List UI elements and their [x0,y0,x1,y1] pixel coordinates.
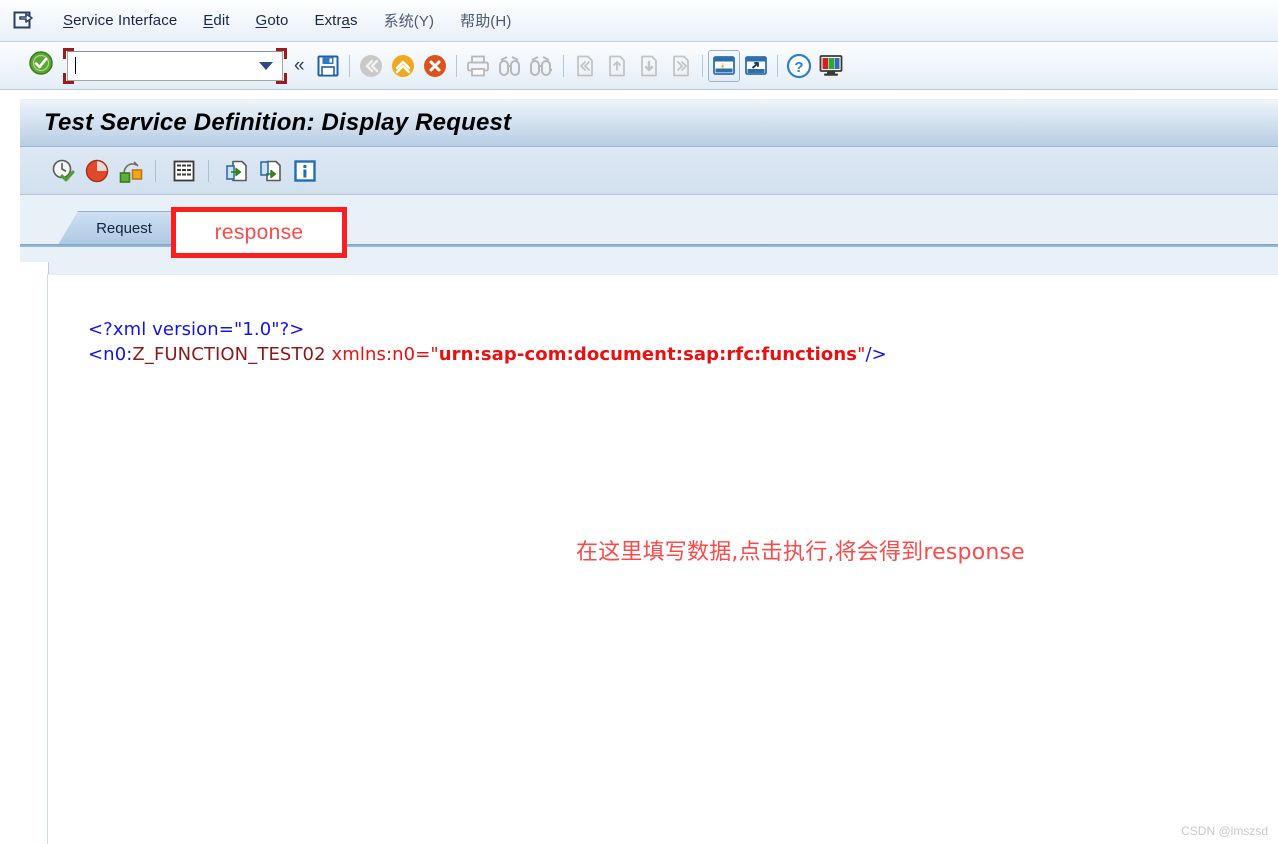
last-page-button [665,50,697,82]
app-toolbar-separator [155,159,156,182]
xml-open-bracket: <n0: [88,344,133,365]
menu-item-system[interactable]: 系统(Y) [371,8,448,33]
xml-declaration-line: <?xml version="1.0"?> [88,319,305,340]
customize-layout-button[interactable] [707,49,740,82]
chevron-down-icon[interactable] [259,61,273,70]
command-field[interactable] [67,50,283,81]
menu-item-extras[interactable]: Extras [301,10,370,31]
cancel-button[interactable] [419,50,451,82]
toolbar-separator [348,54,350,77]
toolbar-separator [562,54,564,77]
annotation-bracket-top-left [63,47,74,59]
execute-button[interactable] [48,156,78,186]
xml-self-close: /> [865,344,887,365]
menu-label-service-interface: ervice Interface [73,12,178,29]
sap-system-menu-icon[interactable] [12,10,36,32]
page-title: Test Service Definition: Display Request [44,109,512,136]
menu-item-service-interface[interactable]: Service Interface [50,10,190,31]
back-button [355,50,387,82]
connection-button[interactable] [116,156,146,186]
next-page-button [633,50,665,82]
response-annotation-label: response [214,220,304,244]
xml-quote-close: " [857,344,866,365]
find-next-button [526,50,558,82]
xml-quote-open: " [430,344,439,365]
menu-item-edit[interactable]: Edit [190,10,242,31]
menu-label-goto: oto [267,12,289,29]
print-button [462,50,494,82]
application-toolbar [20,147,1278,195]
toolbar-separator [701,54,703,77]
menu-label-extras: s [350,12,358,29]
find-button [494,50,526,82]
annotation-bracket-bottom-right [276,72,287,84]
annotation-bracket-bottom-left [63,72,74,84]
xml-attribute-value: urn:sap-com:document:sap:rfc:functions [438,344,858,365]
first-page-button [569,50,601,82]
menu-item-help[interactable]: 帮助(H) [447,8,524,33]
menu-label-edit: dit [213,12,230,29]
csdn-watermark: CSDN @lmszsd [1181,824,1268,838]
gui-settings-button[interactable] [815,50,847,82]
standard-toolbar: « ? [0,42,1278,90]
screen-title-bar: Test Service Definition: Display Request [20,99,1278,147]
menu-item-goto[interactable]: Goto [243,10,302,31]
xml-equals: = [415,344,431,365]
green-check-enter-icon[interactable] [28,50,54,81]
help-button[interactable]: ? [783,50,815,82]
xml-attribute-name: xmlns:n0 [331,344,416,365]
previous-page-button [601,50,633,82]
export-xml-button[interactable] [256,156,286,186]
xml-element-name: Z_FUNCTION_TEST02 [132,344,326,365]
tab-request-label: Request [96,219,152,237]
stop-button[interactable] [82,156,112,186]
exit-button[interactable] [387,50,419,82]
import-xml-button[interactable] [222,156,252,186]
xml-content: <?xml version="1.0"?> <n0:Z_FUNCTION_TES… [88,317,887,367]
table-view-button[interactable] [169,156,199,186]
text-caret [75,57,76,74]
command-field-wrapper [61,46,289,86]
chinese-instruction-note: 在这里填写数据,点击执行,将会得到response [576,540,1025,565]
information-button[interactable] [290,156,320,186]
app-toolbar-separator [208,159,209,182]
annotation-bracket-top-right [276,47,287,59]
tab-request[interactable]: Request [58,211,176,245]
save-button[interactable] [312,50,344,82]
response-annotation-box: response [171,207,347,258]
svg-text:?: ? [794,59,803,76]
toolbar-separator [776,54,778,77]
double-chevron-left-icon[interactable]: « [294,55,305,77]
toolbar-separator [455,54,457,77]
create-shortcut-button[interactable] [740,50,772,82]
menu-bar: Service Interface Edit Goto Extras 系统(Y)… [0,0,1278,42]
